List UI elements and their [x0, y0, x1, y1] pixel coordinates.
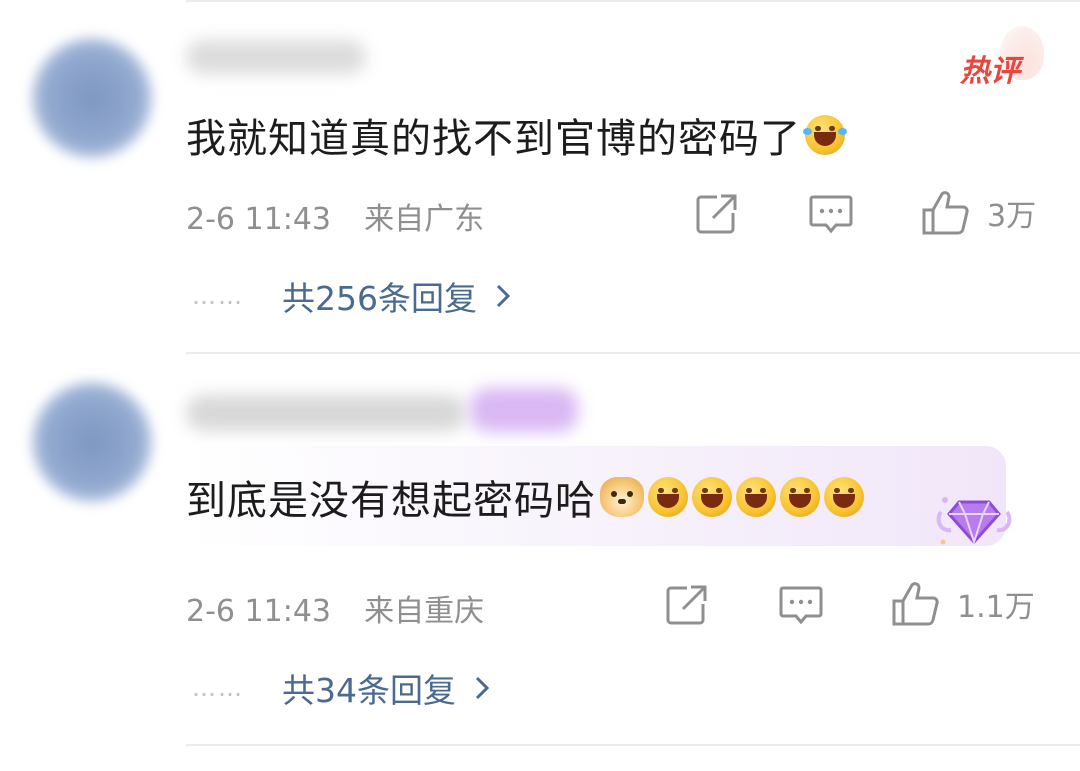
share-button[interactable]	[695, 193, 739, 235]
like-button[interactable]: 3万	[921, 190, 1036, 236]
thumbs-up-icon	[922, 191, 969, 235]
replies-row[interactable]: …… 共34条回复	[192, 664, 490, 712]
like-button[interactable]: 1.1万	[891, 581, 1035, 627]
top-divider	[186, 0, 1080, 2]
member-badge-blurred	[470, 388, 578, 432]
comment-button[interactable]	[808, 193, 854, 237]
doge-emoji-icon	[600, 477, 644, 517]
username-blurred[interactable]	[186, 395, 466, 431]
comment-text[interactable]: 到底是没有想起密码哈	[186, 468, 864, 526]
thumbs-up-icon	[892, 582, 939, 626]
hot-comment-badge: 热评	[960, 54, 1020, 89]
comment-location: 来自广东	[364, 202, 485, 237]
diamond-gem-icon	[936, 497, 1012, 546]
comment-icon	[779, 586, 823, 625]
comment-time: 2-6 11:43	[186, 594, 331, 629]
replies-dots: ……	[192, 282, 244, 310]
grin-emoji-icon	[780, 477, 820, 517]
avatar[interactable]	[32, 38, 152, 158]
comment-meta: 2-6 11:43 来自重庆	[186, 586, 484, 630]
username-blurred[interactable]	[186, 40, 366, 74]
share-icon	[666, 585, 707, 625]
comment-divider	[186, 352, 1080, 354]
comment-text[interactable]: 我就知道真的找不到官博的密码了	[186, 106, 847, 164]
grin-emoji-icon	[692, 477, 732, 517]
comment-body: 到底是没有想起密码哈	[186, 478, 596, 524]
comment-time: 2-6 11:43	[186, 202, 331, 237]
grin-emoji-icon	[736, 477, 776, 517]
avatar[interactable]	[32, 382, 152, 502]
chevron-right-icon	[496, 284, 511, 308]
laughing-tears-emoji-icon	[803, 115, 847, 155]
comment-divider	[186, 744, 1080, 746]
comment-meta: 2-6 11:43 来自广东	[186, 194, 484, 238]
chevron-right-icon	[475, 676, 490, 700]
comment-icon	[809, 195, 853, 234]
view-replies-link[interactable]: 共256条回复	[282, 272, 477, 320]
like-count: 3万	[987, 199, 1037, 234]
like-count: 1.1万	[957, 590, 1035, 625]
replies-row[interactable]: …… 共256条回复	[192, 272, 511, 320]
comment-body: 我就知道真的找不到官博的密码了	[186, 116, 801, 162]
share-button[interactable]	[665, 584, 709, 626]
view-replies-link[interactable]: 共34条回复	[282, 664, 456, 712]
comment-location: 来自重庆	[364, 594, 485, 629]
share-icon	[696, 194, 737, 234]
grin-emoji-icon	[824, 477, 864, 517]
replies-dots: ……	[192, 674, 244, 702]
comment-button[interactable]	[778, 584, 824, 628]
grin-emoji-icon	[648, 477, 688, 517]
